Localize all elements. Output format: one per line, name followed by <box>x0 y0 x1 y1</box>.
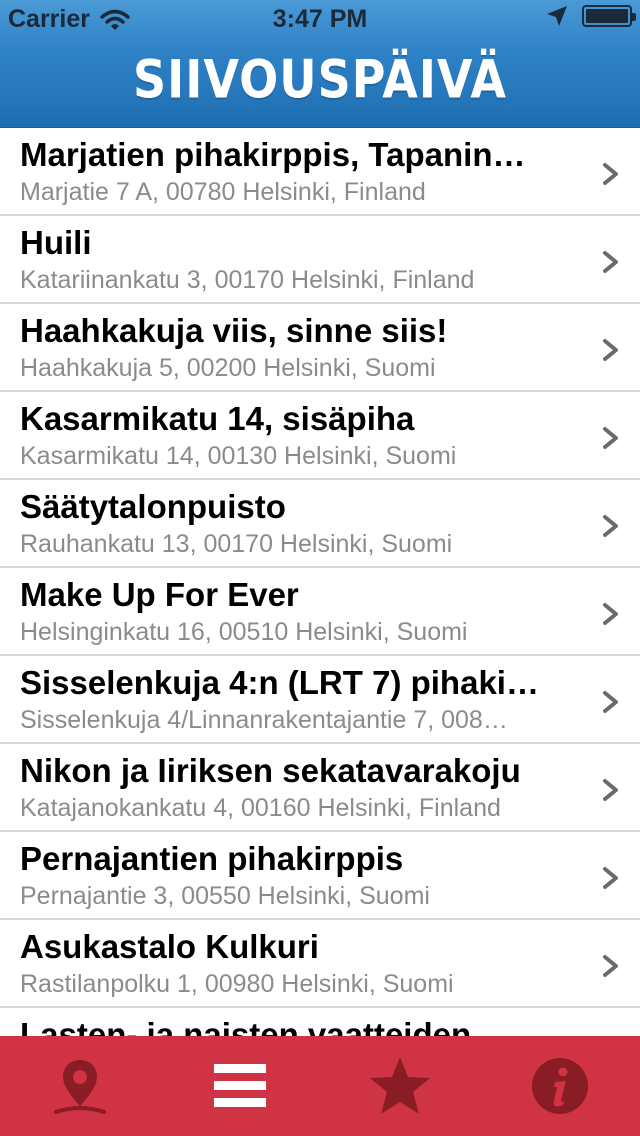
event-title: Make Up For Ever <box>20 576 299 613</box>
event-title: Haahkakuja viis, sinne siis! <box>20 312 448 349</box>
list-item[interactable]: Marjatien pihakirppis, Tapanin… Marjatie… <box>0 128 640 216</box>
list-item[interactable]: Huili Katariinankatu 3, 00170 Helsinki, … <box>0 216 640 304</box>
status-right <box>546 5 636 27</box>
event-title: Nikon ja Iiriksen sekatavarakoju <box>20 752 521 789</box>
list-item[interactable]: Asukastalo Kulkuri Rastilanpolku 1, 0098… <box>0 920 640 1008</box>
events-list[interactable]: Marjatien pihakirppis, Tapanin… Marjatie… <box>0 128 640 1036</box>
chevron-right-icon <box>603 691 618 713</box>
event-title: Pernajantien pihakirppis <box>20 840 404 877</box>
event-title: Marjatien pihakirppis, Tapanin… <box>20 136 526 173</box>
event-address: Kasarmikatu 14, 00130 Helsinki, Suomi <box>20 442 457 470</box>
event-address: Rastilanpolku 1, 00980 Helsinki, Suomi <box>20 970 454 998</box>
event-title: Säätytalonpuisto <box>20 488 286 525</box>
battery-icon <box>582 5 636 27</box>
header: Carrier 3:47 PM SIIVOUSPÄIVÄ <box>0 0 640 128</box>
event-title: Kasarmikatu 14, sisäpiha <box>20 400 415 437</box>
event-title: Lasten- ja naisten vaatteiden <box>20 1016 472 1036</box>
app-logo-title: SIIVOUSPÄIVÄ <box>132 47 508 111</box>
chevron-right-icon <box>603 339 618 361</box>
info-icon <box>532 1058 588 1114</box>
list-item[interactable]: Haahkakuja viis, sinne siis! Haahkakuja … <box>0 304 640 392</box>
status-bar: Carrier 3:47 PM <box>0 0 640 40</box>
event-title: Huili <box>20 224 92 261</box>
event-address: Rauhankatu 13, 00170 Helsinki, Suomi <box>20 530 453 558</box>
event-address: Helsinginkatu 16, 00510 Helsinki, Suomi <box>20 618 468 646</box>
event-address: Katajanokankatu 4, 00160 Helsinki, Finla… <box>20 794 501 822</box>
chevron-right-icon <box>603 867 618 889</box>
event-address: Marjatie 7 A, 00780 Helsinki, Finland <box>20 178 426 206</box>
list-item[interactable]: Pernajantien pihakirppis Pernajantie 3, … <box>0 832 640 920</box>
event-address: Pernajantie 3, 00550 Helsinki, Suomi <box>20 882 430 910</box>
list-item[interactable]: Make Up For Ever Helsinginkatu 16, 00510… <box>0 568 640 656</box>
chevron-right-icon <box>603 427 618 449</box>
event-title: Asukastalo Kulkuri <box>20 928 319 965</box>
event-address: Sisselenkuja 4/Linnanrakentajantie 7, 00… <box>20 706 508 734</box>
list-icon <box>214 1064 266 1107</box>
list-item[interactable]: Kasarmikatu 14, sisäpiha Kasarmikatu 14,… <box>0 392 640 480</box>
event-title: Sisselenkuja 4:n (LRT 7) pihaki… <box>20 664 539 701</box>
tab-favorites[interactable] <box>320 1036 480 1136</box>
event-address: Katariinankatu 3, 00170 Helsinki, Finlan… <box>20 266 475 294</box>
map-pin-icon <box>54 1060 106 1114</box>
location-arrow-icon <box>547 6 567 26</box>
chevron-right-icon <box>603 251 618 273</box>
tab-map[interactable] <box>0 1036 160 1136</box>
tab-bar <box>0 1036 640 1136</box>
tab-list[interactable] <box>160 1036 320 1136</box>
list-item[interactable]: Nikon ja Iiriksen sekatavarakoju Katajan… <box>0 744 640 832</box>
chevron-right-icon <box>603 515 618 537</box>
tab-info[interactable] <box>480 1036 640 1136</box>
status-time: 3:47 PM <box>272 5 368 33</box>
chevron-right-icon <box>603 163 618 185</box>
list-item[interactable]: Lasten- ja naisten vaatteiden <box>0 1008 640 1036</box>
chevron-right-icon <box>603 779 618 801</box>
list-item[interactable]: Sisselenkuja 4:n (LRT 7) pihaki… Sissele… <box>0 656 640 744</box>
chevron-right-icon <box>603 603 618 625</box>
event-address: Haahkakuja 5, 00200 Helsinki, Suomi <box>20 354 436 382</box>
chevron-right-icon <box>603 955 618 977</box>
list-item[interactable]: Säätytalonpuisto Rauhankatu 13, 00170 He… <box>0 480 640 568</box>
star-icon <box>370 1057 430 1114</box>
